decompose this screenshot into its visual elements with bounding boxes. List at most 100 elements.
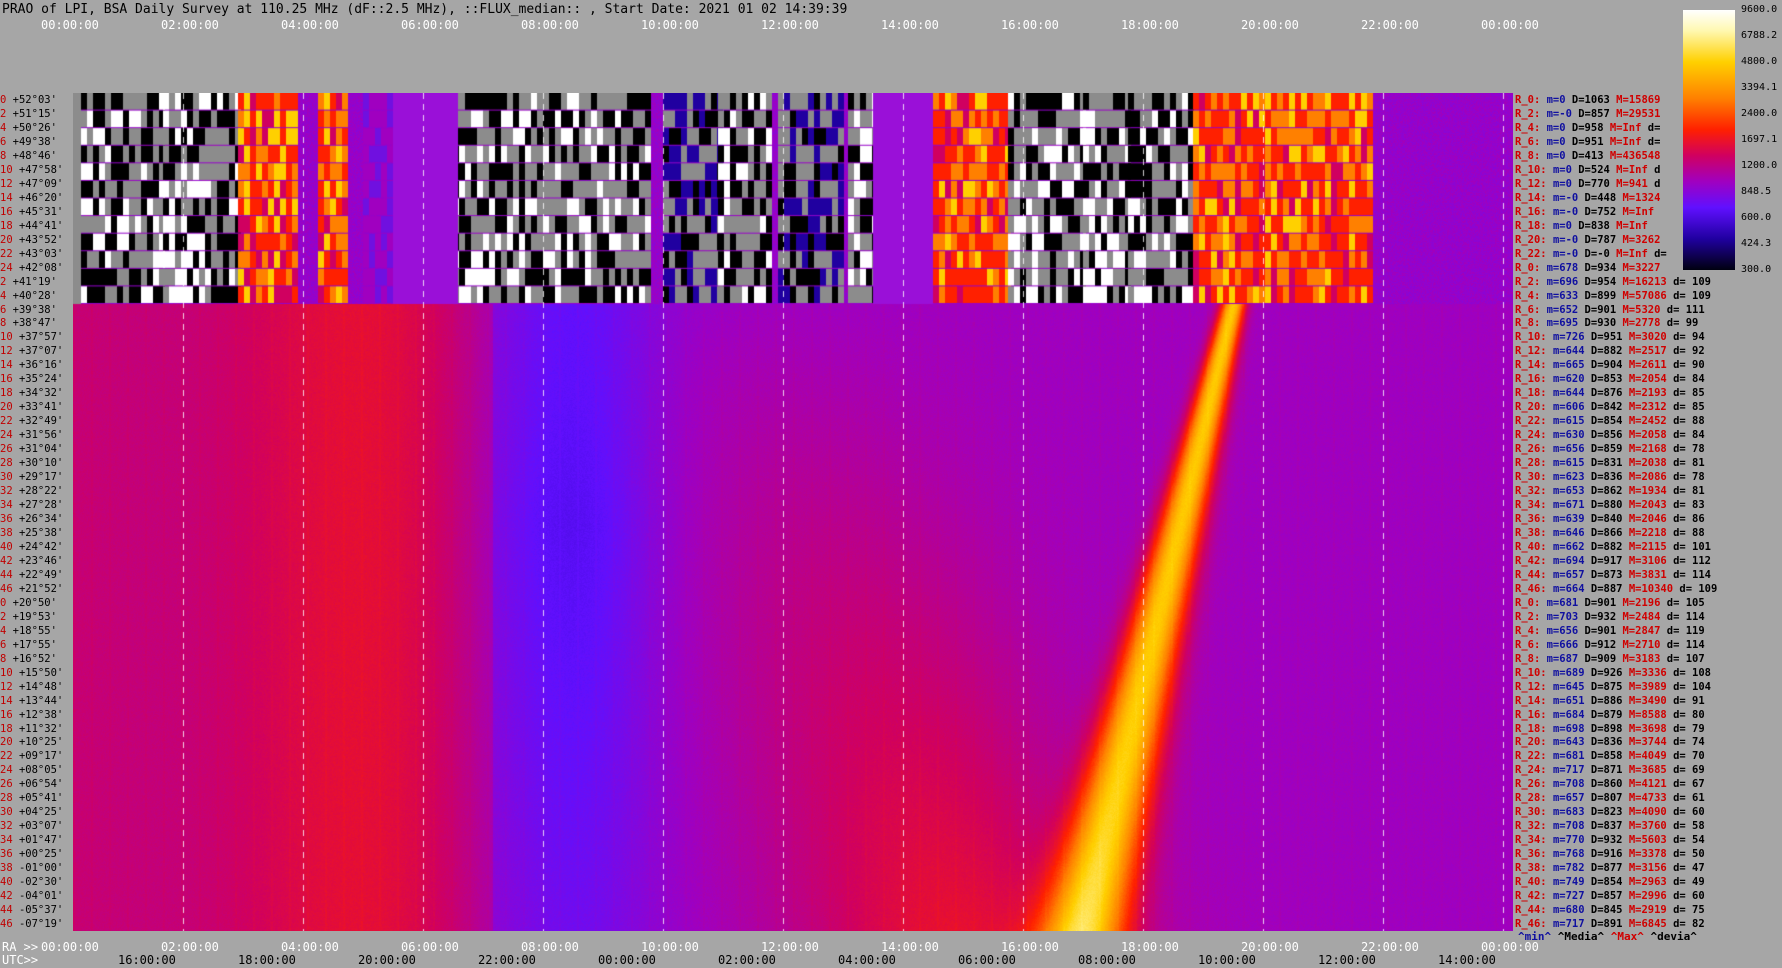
stat-dev: d= 47 <box>1673 862 1712 875</box>
declination-label: 36 +26°34' <box>0 512 63 526</box>
stat-M: M=2043 <box>1628 499 1674 512</box>
stat-d: D=879 <box>1590 708 1629 721</box>
legend-median: ^Media^ <box>1557 930 1605 943</box>
stat-d: D=840 <box>1590 513 1629 525</box>
declination-value: +47°09' <box>18 177 64 190</box>
stats-row: R_0: m=678 D=934 M=3227 <box>1515 261 1673 275</box>
stat-r: R_4: <box>1515 121 1547 134</box>
stat-r: R_24: <box>1515 429 1553 442</box>
legend-max: ^Max^ <box>1610 930 1644 943</box>
beam-index: 40 <box>0 540 19 553</box>
stat-M: M=3156 <box>1628 862 1674 875</box>
declination-label: 42 +23°46' <box>0 554 63 568</box>
stat-m: m=639 <box>1552 513 1591 525</box>
stat-m: m=615 <box>1552 457 1591 470</box>
top-tick-label: 10:00:00 <box>641 18 699 32</box>
declination-label: 46 +21°52' <box>0 582 63 596</box>
declination-value: +49°38' <box>12 135 57 148</box>
stat-M: M=16213 <box>1622 275 1674 288</box>
declination-value: +03°07' <box>18 820 64 833</box>
ra-tick-label: 06:00:00 <box>401 940 459 954</box>
stat-r: R_40: <box>1515 540 1553 553</box>
beam-index: 22 <box>0 750 19 763</box>
declination-label: 12 +37°07' <box>0 344 63 358</box>
stat-r: R_0: <box>1515 596 1547 609</box>
stat-M: M=2611 <box>1628 359 1674 372</box>
beam-index: 44 <box>0 904 19 917</box>
declination-label: 10 +15°50' <box>0 666 63 680</box>
stat-d: D=917 <box>1590 554 1629 567</box>
declination-value: +48°46' <box>12 149 57 162</box>
stat-M: M=Inf <box>1616 219 1655 232</box>
stat-M: M=2710 <box>1622 638 1667 651</box>
stat-d: D=954 <box>1584 275 1623 288</box>
colorbar <box>1683 10 1735 270</box>
top-tick-label: 04:00:00 <box>281 18 339 32</box>
stat-m: m=-0 <box>1552 247 1585 260</box>
stat-M: M=2996 <box>1628 890 1674 903</box>
colorbar-tick-label: 600.0 <box>1741 212 1772 223</box>
stat-m: m=646 <box>1552 526 1591 539</box>
beam-index: 2 <box>0 610 13 623</box>
stat-dev: d= 109 <box>1673 275 1718 288</box>
stats-row: R_38: m=646 D=866 M=2218 d= 88 <box>1515 526 1711 540</box>
flux-heatmap[interactable] <box>73 93 1513 931</box>
stat-r: R_16: <box>1515 708 1553 721</box>
stats-row: R_12: m=0 D=770 M=941 d <box>1515 177 1667 191</box>
stat-M: M=4121 <box>1628 778 1674 791</box>
stat-r: R_30: <box>1515 471 1553 484</box>
stat-r: R_0: <box>1515 94 1547 106</box>
stats-row: R_22: m=-0 D=-0 M=Inf d= <box>1515 247 1673 261</box>
declination-label: 24 +42°08' <box>0 261 63 275</box>
stats-row: R_28: m=657 D=807 M=4733 d= 61 <box>1515 791 1711 805</box>
stats-row: R_42: m=727 D=857 M=2996 d= 60 <box>1515 889 1711 903</box>
stat-m: m=653 <box>1552 485 1591 498</box>
stat-dev: d= 61 <box>1673 792 1712 805</box>
stat-r: R_28: <box>1515 792 1553 805</box>
beam-index: 8 <box>0 317 13 330</box>
stat-M: M=3831 <box>1628 568 1674 581</box>
colorbar-tick-label: 2400.0 <box>1741 108 1778 119</box>
stat-r: R_22: <box>1515 750 1553 763</box>
beam-index: 12 <box>0 177 19 190</box>
stat-r: R_14: <box>1515 359 1553 372</box>
stat-dev: d= 108 <box>1673 666 1718 679</box>
stat-M: M=941 <box>1616 177 1655 190</box>
declination-label: 20 +10°25' <box>0 735 63 749</box>
declination-value: +22°49' <box>18 568 64 581</box>
utc-tick-label: 16:00:00 <box>118 953 176 967</box>
declination-label: 0 +52°03' <box>0 93 57 107</box>
stat-M: M=3106 <box>1628 554 1674 567</box>
stat-M: M=3262 <box>1622 233 1667 246</box>
stat-d: D=898 <box>1590 722 1629 735</box>
declination-value: +26°34' <box>18 513 64 525</box>
stat-dev: d= 114 <box>1666 638 1712 651</box>
ra-tick-label: 08:00:00 <box>521 940 579 954</box>
declination-value: +24°42' <box>18 540 64 553</box>
declination-label: 2 +41°19' <box>0 275 57 289</box>
beam-index: 18 <box>0 387 19 400</box>
stat-d: D=871 <box>1590 764 1629 777</box>
stat-dev: d= 88 <box>1673 526 1712 539</box>
heatmap-canvas[interactable] <box>73 93 1513 931</box>
beam-index: 14 <box>0 359 19 372</box>
stat-d: D=882 <box>1590 540 1629 553</box>
stat-dev: d= 112 <box>1673 554 1718 567</box>
legend-min: ^min^ <box>1518 930 1552 943</box>
stat-m: m=694 <box>1552 554 1591 567</box>
stat-d: D=836 <box>1590 471 1629 484</box>
declination-label: 46 -07°19' <box>0 917 63 931</box>
declination-label: 22 +43°03' <box>0 247 63 261</box>
stats-row: R_0: m=0 D=1063 M=15869 <box>1515 93 1673 107</box>
stats-row: R_2: m=696 D=954 M=16213 d= 109 <box>1515 275 1717 289</box>
stat-M: M=5603 <box>1628 834 1674 847</box>
stats-row: R_8: m=687 D=909 M=3183 d= 107 <box>1515 652 1711 666</box>
declination-value: +31°04' <box>18 443 64 456</box>
stats-row: R_18: m=644 D=876 M=2193 d= 85 <box>1515 386 1711 400</box>
stat-dev: d= 81 <box>1673 485 1712 498</box>
declination-label: 24 +31°56' <box>0 428 63 442</box>
beam-index: 12 <box>0 680 19 693</box>
beam-index: 36 <box>0 848 19 861</box>
stat-m: m=665 <box>1552 359 1591 372</box>
declination-label: 32 +28°22' <box>0 484 63 498</box>
